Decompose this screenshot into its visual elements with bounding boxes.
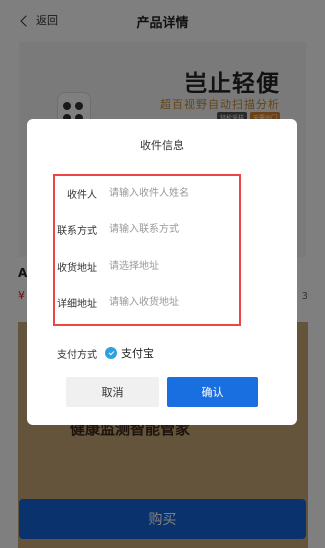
recipient-input[interactable] bbox=[109, 181, 239, 205]
detail-address-input[interactable] bbox=[109, 290, 239, 314]
confirm-button[interactable]: 确认 bbox=[167, 377, 258, 407]
payment-label: 支付方式 bbox=[57, 349, 97, 361]
dialog-title: 收件信息 bbox=[140, 139, 184, 152]
contact-row: 联系方式 bbox=[55, 214, 239, 244]
payment-row: 支付方式 支付宝 bbox=[57, 345, 154, 361]
detail-address-row: 详细地址 bbox=[55, 287, 239, 317]
check-circle-icon[interactable] bbox=[105, 347, 117, 359]
payment-option-alipay[interactable]: 支付宝 bbox=[121, 345, 154, 361]
address-row: 收货地址 bbox=[55, 251, 239, 281]
recipient-label: 收件人 bbox=[67, 189, 97, 201]
shipping-dialog: 收件信息 收件人 联系方式 收货地址 详细地址 支付方式 支付宝 取消 确认 bbox=[27, 119, 297, 425]
address-label: 收货地址 bbox=[57, 262, 97, 274]
contact-label: 联系方式 bbox=[57, 225, 97, 237]
contact-input[interactable] bbox=[109, 217, 239, 241]
cancel-button[interactable]: 取消 bbox=[66, 377, 159, 407]
detail-address-label: 详细地址 bbox=[57, 298, 97, 310]
address-select[interactable] bbox=[109, 254, 239, 278]
recipient-row: 收件人 bbox=[55, 178, 239, 208]
